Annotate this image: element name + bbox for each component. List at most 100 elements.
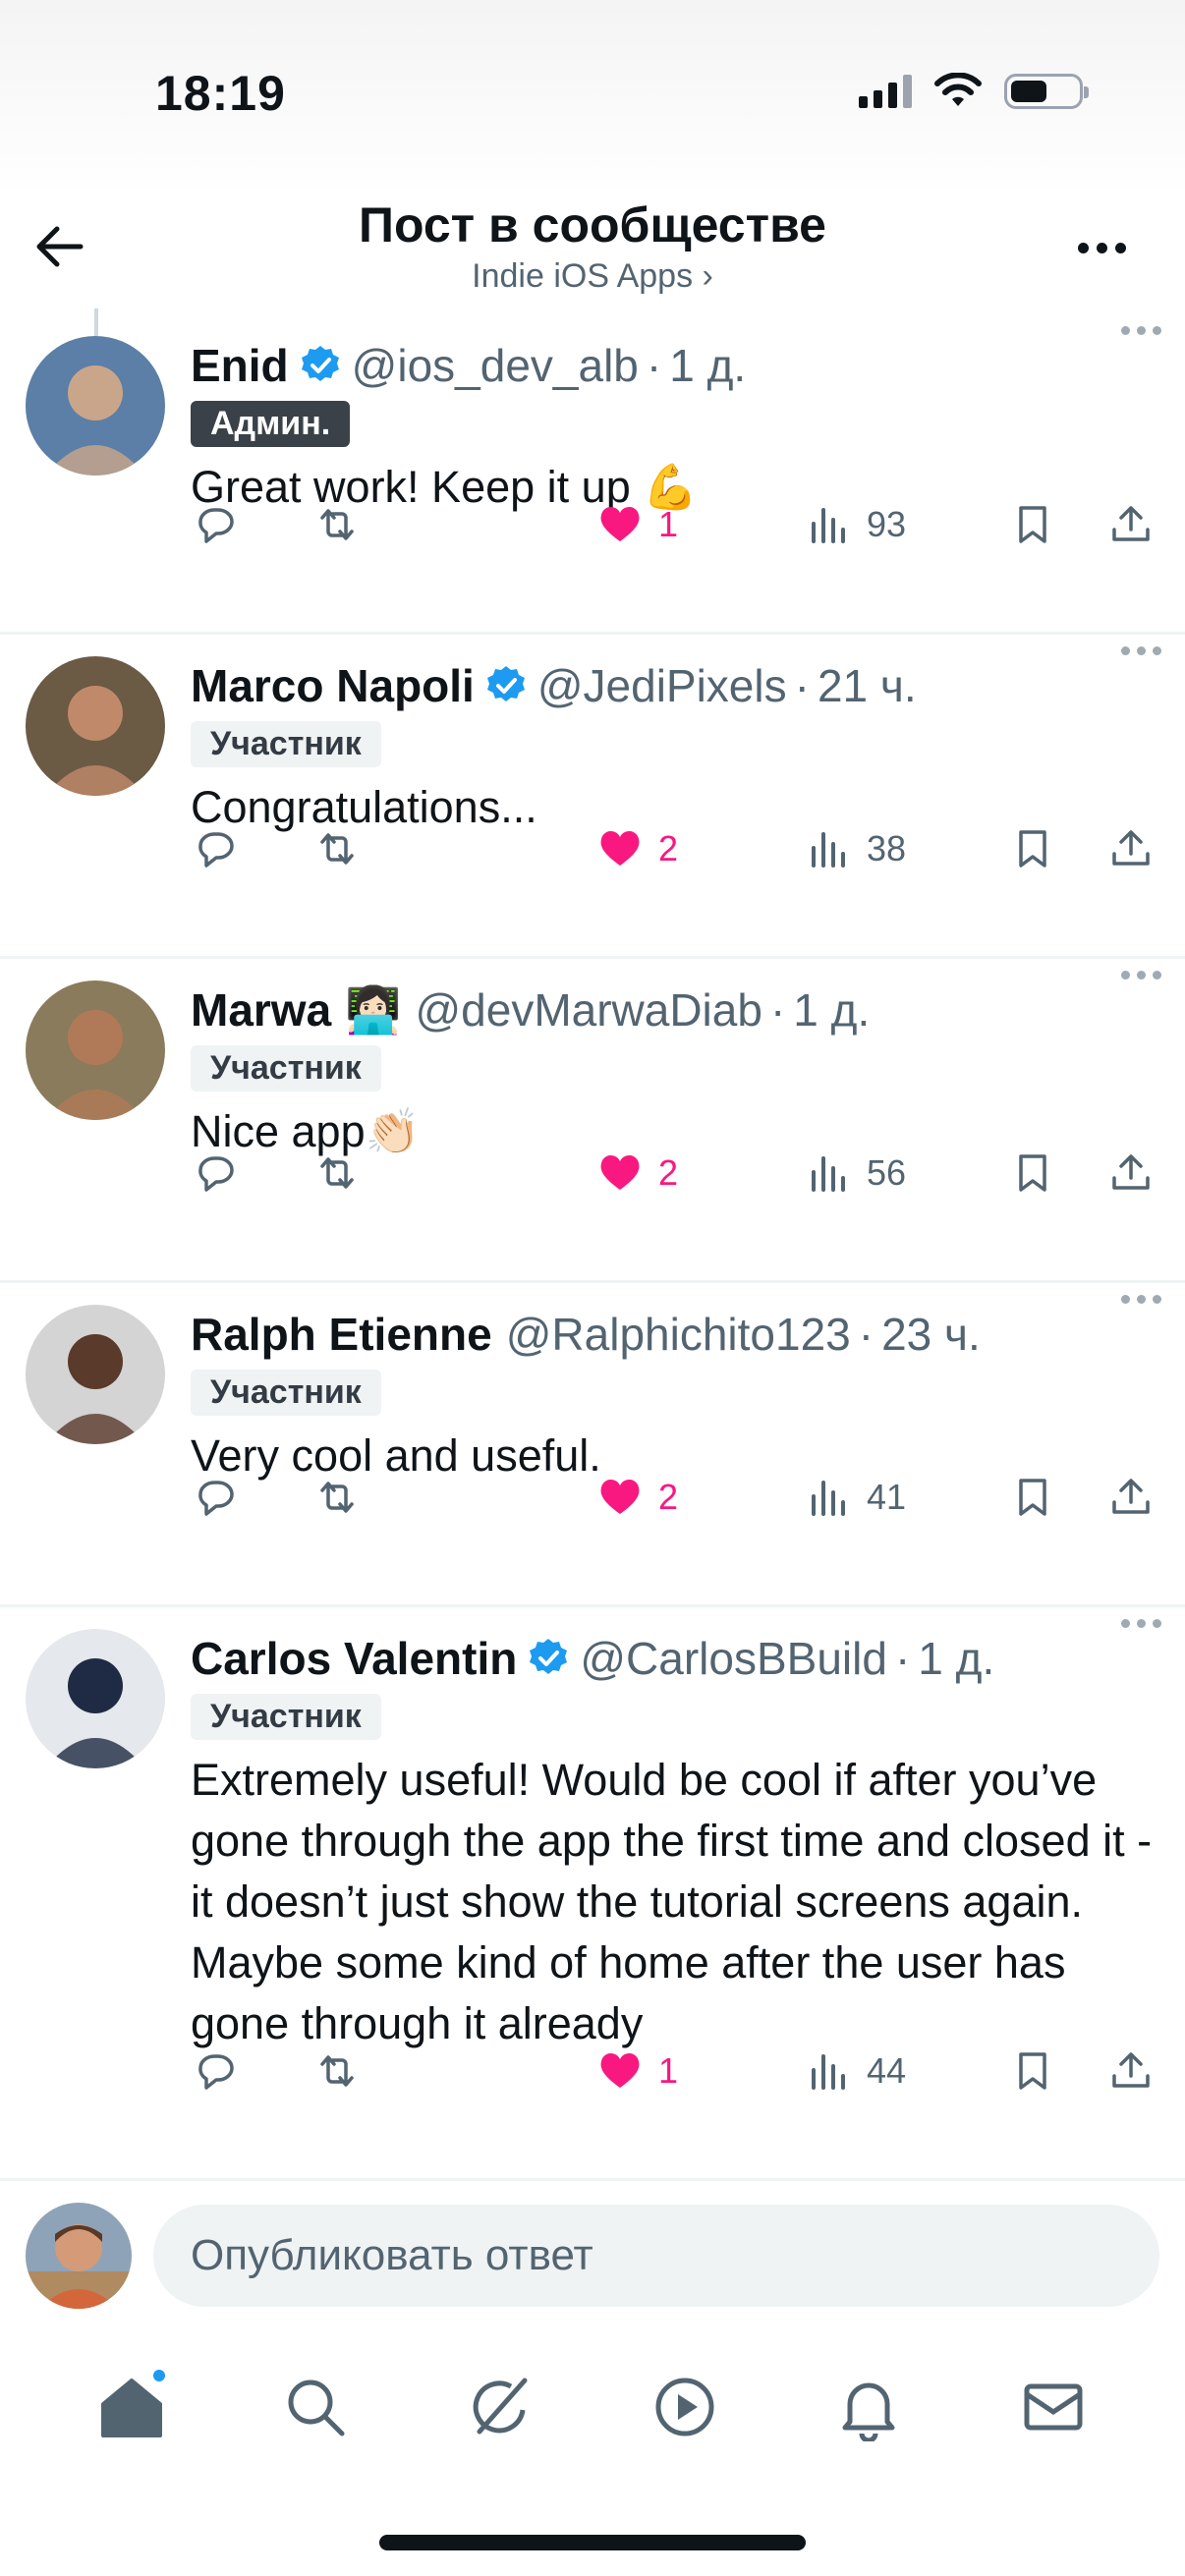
- share-button[interactable]: [1106, 1468, 1156, 1527]
- separator-dot: ·: [769, 984, 786, 1036]
- author-name[interactable]: Carlos Valentin: [191, 1632, 517, 1685]
- more-horizontal-icon[interactable]: [1121, 1295, 1161, 1304]
- author-name[interactable]: Ralph Etienne: [191, 1308, 492, 1361]
- views-button[interactable]: 41: [804, 1468, 906, 1527]
- cellular-signal-icon: [859, 75, 912, 108]
- post-4[interactable]: Ralph Etienne @Ralphichito123 · 23 ч. Уч…: [0, 1283, 1185, 1607]
- community-link[interactable]: Indie iOS Apps ›: [0, 257, 1185, 296]
- views-icon: [812, 508, 845, 543]
- author-handle[interactable]: @Ralphichito123: [506, 1308, 851, 1361]
- views-button[interactable]: 38: [804, 819, 906, 878]
- avatar[interactable]: [26, 336, 165, 476]
- tab-grok[interactable]: [456, 2363, 544, 2451]
- like-button[interactable]: 2: [595, 819, 678, 878]
- post-header: Carlos Valentin @CarlosBBuild · 1 д.: [191, 1629, 1165, 1688]
- post-5[interactable]: Carlos Valentin @CarlosBBuild · 1 д. Уча…: [0, 1607, 1185, 2181]
- author-handle[interactable]: @CarlosBBuild: [580, 1632, 887, 1685]
- more-horizontal-icon[interactable]: [1121, 646, 1161, 655]
- reply-button[interactable]: [191, 819, 240, 878]
- repost-icon: [320, 1482, 354, 1513]
- avatar[interactable]: [26, 1305, 165, 1444]
- reply-button[interactable]: [191, 2042, 240, 2100]
- repost-button[interactable]: [312, 2042, 362, 2100]
- like-button[interactable]: 1: [595, 2042, 678, 2100]
- bookmark-button[interactable]: [1008, 1468, 1057, 1527]
- more-horizontal-icon[interactable]: [1121, 971, 1161, 980]
- views-icon: [812, 832, 845, 868]
- separator-dot: ·: [646, 340, 662, 391]
- share-button[interactable]: [1106, 495, 1156, 554]
- search-icon: [288, 2380, 345, 2436]
- author-name[interactable]: Marwa: [191, 983, 331, 1036]
- reply-icon: [198, 1156, 234, 1192]
- repost-button[interactable]: [312, 1468, 362, 1527]
- tab-video[interactable]: [641, 2363, 729, 2451]
- post-age: 1 д.: [793, 984, 871, 1036]
- wifi-icon: [934, 73, 982, 106]
- bookmark-button[interactable]: [1008, 2042, 1057, 2100]
- views-button[interactable]: 56: [804, 1144, 906, 1203]
- bookmark-icon: [1019, 1479, 1046, 1516]
- avatar[interactable]: [26, 2203, 132, 2309]
- bookmark-button[interactable]: [1008, 495, 1057, 554]
- views-button[interactable]: 44: [804, 2042, 906, 2100]
- bookmark-icon: [1019, 2052, 1046, 2090]
- post-age: 21 ч.: [817, 660, 917, 711]
- more-horizontal-icon[interactable]: [1121, 326, 1161, 335]
- home-indicator[interactable]: [379, 2535, 806, 2550]
- author-handle[interactable]: @ios_dev_alb: [352, 339, 639, 392]
- more-horizontal-icon[interactable]: [1121, 1619, 1161, 1628]
- like-count: 2: [658, 1152, 679, 1193]
- bookmark-button[interactable]: [1008, 819, 1057, 878]
- avatar[interactable]: [26, 1629, 165, 1768]
- separator-dot: ·: [858, 1309, 875, 1360]
- tab-home[interactable]: [87, 2363, 176, 2451]
- share-button[interactable]: [1106, 2042, 1156, 2100]
- post-1[interactable]: Enid @ios_dev_alb · 1 д. Админ. Great wo…: [0, 314, 1185, 635]
- views-button[interactable]: 93: [804, 495, 906, 554]
- repost-button[interactable]: [312, 819, 362, 878]
- share-button[interactable]: [1106, 819, 1156, 878]
- reply-button[interactable]: [191, 1144, 240, 1203]
- reply-icon: [198, 832, 234, 868]
- view-count: 44: [867, 2050, 907, 2091]
- post-header: Ralph Etienne @Ralphichito123 · 23 ч.: [191, 1305, 1165, 1364]
- share-button[interactable]: [1106, 1144, 1156, 1203]
- views-icon: [812, 1156, 845, 1192]
- more-horizontal-icon[interactable]: [1067, 218, 1136, 277]
- author-handle[interactable]: @JediPixels: [537, 659, 787, 712]
- verified-badge-icon: [486, 666, 525, 701]
- tab-messages[interactable]: [1009, 2363, 1098, 2451]
- like-button[interactable]: 2: [595, 1144, 678, 1203]
- view-count: 41: [867, 1477, 907, 1517]
- new-content-dot: [149, 2367, 168, 2384]
- like-button[interactable]: 2: [595, 1468, 678, 1527]
- avatar[interactable]: [26, 656, 165, 796]
- author-handle[interactable]: @devMarwaDiab: [415, 983, 762, 1036]
- heart-icon: [600, 506, 640, 541]
- author-name[interactable]: Enid: [191, 339, 289, 392]
- verified-badge-icon: [301, 346, 339, 381]
- tab-search[interactable]: [271, 2363, 360, 2451]
- reply-button[interactable]: [191, 495, 240, 554]
- role-badge: Участник: [191, 1694, 381, 1740]
- avatar[interactable]: [26, 980, 165, 1120]
- repost-button[interactable]: [312, 1144, 362, 1203]
- author-name[interactable]: Marco Napoli: [191, 659, 475, 712]
- share-icon: [1112, 2052, 1150, 2088]
- bookmark-button[interactable]: [1008, 1144, 1057, 1203]
- heart-icon: [600, 830, 640, 866]
- role-badge: Участник: [191, 1370, 381, 1416]
- reply-input[interactable]: Опубликовать ответ: [153, 2205, 1159, 2307]
- like-button[interactable]: 1: [595, 495, 678, 554]
- repost-button[interactable]: [312, 495, 362, 554]
- post-header: Marco Napoli @JediPixels · 21 ч.: [191, 656, 1165, 715]
- post-3[interactable]: Marwa 👩🏻‍💻 @devMarwaDiab · 1 д. Участник…: [0, 959, 1185, 1283]
- tab-notifications[interactable]: [824, 2363, 913, 2451]
- heart-icon: [600, 2052, 640, 2088]
- separator-dot: ·: [894, 1633, 911, 1684]
- post-actions: 1 44: [191, 2042, 1165, 2100]
- reply-button[interactable]: [191, 1468, 240, 1527]
- status-time: 18:19: [155, 66, 286, 121]
- post-2[interactable]: Marco Napoli @JediPixels · 21 ч. Участни…: [0, 635, 1185, 959]
